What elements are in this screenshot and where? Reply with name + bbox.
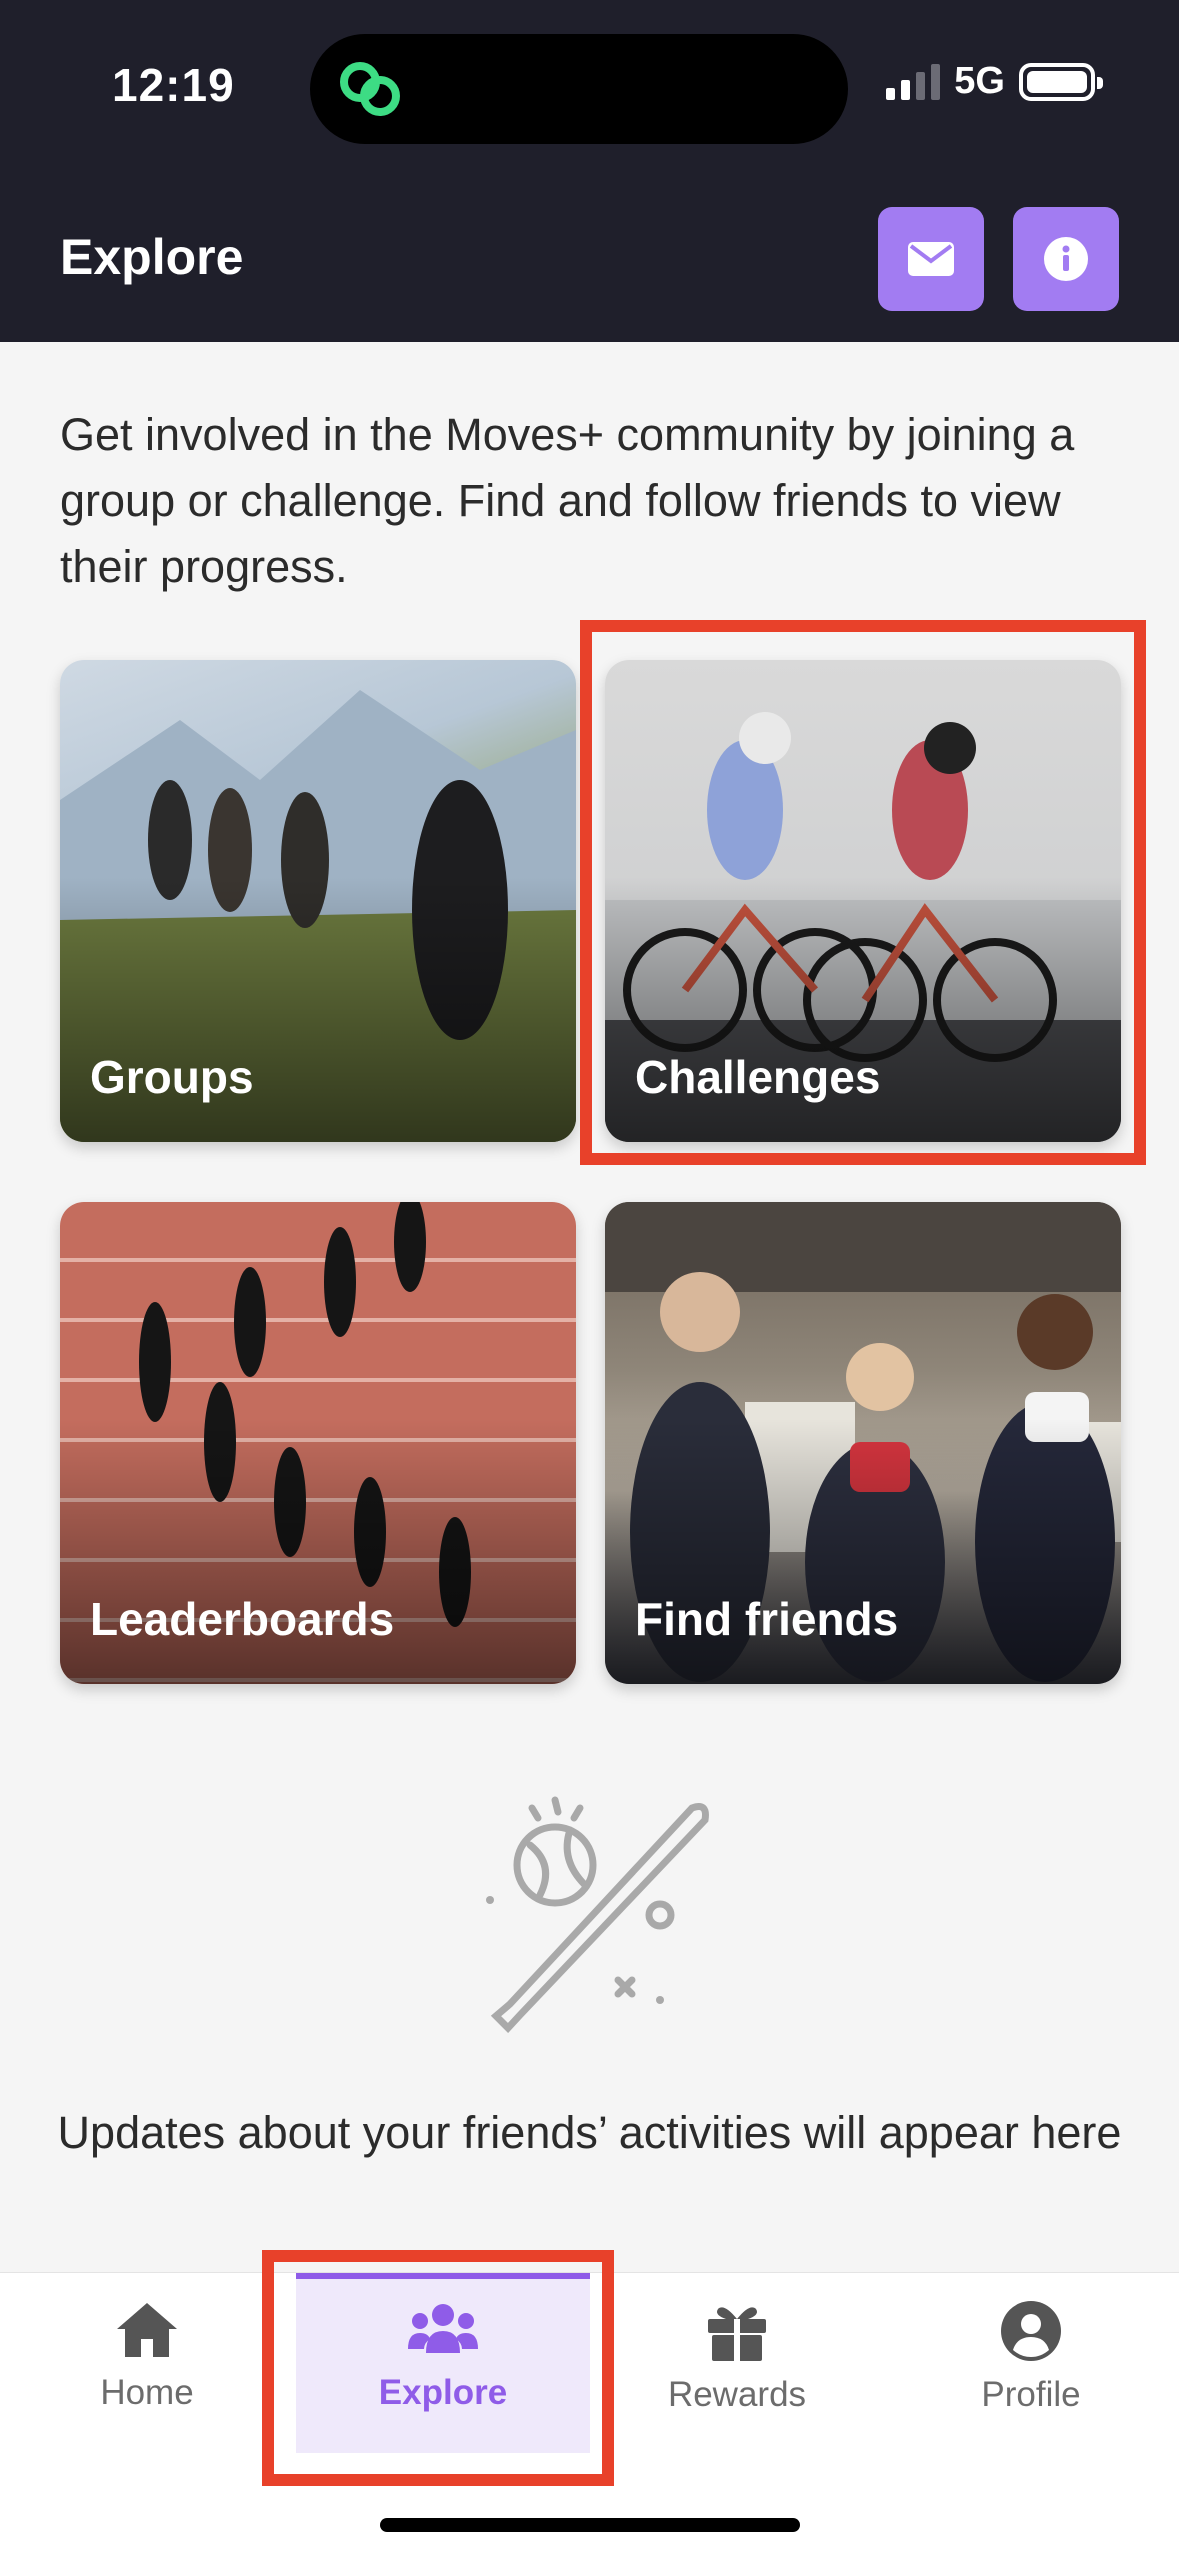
tab-profile[interactable]: Profile	[884, 2273, 1178, 2453]
challenges-highlight-box	[580, 620, 1146, 1165]
intro-text: Get involved in the Moves+ community by …	[60, 409, 1075, 592]
envelope-icon	[908, 242, 954, 276]
tab-rewards-label: Rewards	[667, 2375, 807, 2414]
leaderboards-label: Leaderboards	[90, 1593, 395, 1645]
home-indicator	[380, 2518, 800, 2532]
messages-button[interactable]	[878, 207, 984, 311]
link-rings-icon	[340, 62, 400, 116]
page-title: Explore	[60, 229, 244, 285]
gift-icon	[708, 2307, 766, 2361]
info-icon	[1044, 237, 1088, 281]
find-friends-tile[interactable]: Find friends	[605, 1202, 1121, 1684]
tab-rewards[interactable]: Rewards	[590, 2273, 884, 2453]
tab-home-label: Home	[100, 2373, 194, 2412]
info-button[interactable]	[1013, 207, 1119, 311]
tab-profile-label: Profile	[981, 2375, 1081, 2414]
status-time: 12:19	[112, 59, 235, 111]
baseball-bat-icon	[486, 1796, 709, 2034]
find-friends-label: Find friends	[635, 1593, 899, 1645]
groups-label: Groups	[90, 1051, 254, 1103]
dynamic-island	[310, 34, 848, 144]
empty-state-text: Updates about your friends’ activities w…	[57, 2107, 1122, 2158]
explore-highlight-box	[262, 2250, 614, 2486]
app-header: 12:19 5G Explore	[0, 0, 1179, 342]
network-type: 5G	[954, 60, 1005, 102]
groups-tile[interactable]: Groups	[60, 660, 576, 1142]
status-indicators: 5G	[886, 60, 1103, 103]
leaderboards-tile[interactable]: Leaderboards	[60, 1202, 576, 1684]
tab-home[interactable]: Home	[0, 2273, 294, 2453]
user-circle-icon	[1001, 2301, 1061, 2361]
signal-icon	[886, 63, 941, 100]
home-icon	[117, 2303, 177, 2357]
battery-icon	[1019, 62, 1103, 101]
